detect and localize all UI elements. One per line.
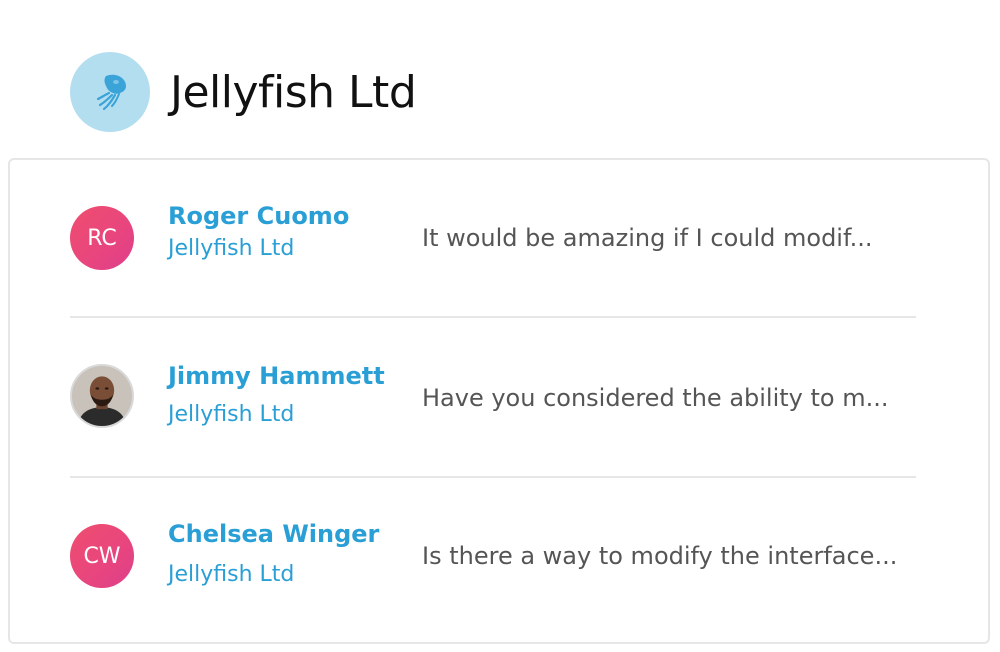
- avatar: [70, 364, 134, 428]
- sender-company[interactable]: Jellyfish Ltd: [168, 402, 294, 427]
- sender-name[interactable]: Chelsea Winger: [168, 520, 379, 548]
- avatar-initials: RC: [87, 225, 117, 251]
- avatar: CW: [70, 524, 134, 588]
- message-row[interactable]: CW Chelsea Winger Jellyfish Ltd Is there…: [10, 478, 988, 638]
- company-logo: [70, 52, 150, 132]
- message-row[interactable]: RC Roger Cuomo Jellyfish Ltd It would be…: [10, 160, 988, 320]
- message-list: RC Roger Cuomo Jellyfish Ltd It would be…: [8, 158, 990, 644]
- jellyfish-icon: [96, 74, 126, 111]
- sender-company[interactable]: Jellyfish Ltd: [168, 236, 294, 261]
- sender-name[interactable]: Roger Cuomo: [168, 202, 349, 230]
- company-title: Jellyfish Ltd: [170, 66, 417, 118]
- message-row[interactable]: Jimmy Hammett Jellyfish Ltd Have you con…: [10, 318, 988, 478]
- avatar-initials: CW: [83, 543, 121, 569]
- message-preview: Have you considered the ability to m...: [422, 384, 889, 412]
- message-preview: It would be amazing if I could modif...: [422, 224, 873, 252]
- avatar: RC: [70, 206, 134, 270]
- user-photo-icon: [72, 366, 132, 426]
- message-preview: Is there a way to modify the interface..…: [422, 542, 898, 570]
- sender-company[interactable]: Jellyfish Ltd: [168, 562, 294, 587]
- company-header: Jellyfish Ltd: [70, 52, 417, 132]
- sender-name[interactable]: Jimmy Hammett: [168, 362, 385, 390]
